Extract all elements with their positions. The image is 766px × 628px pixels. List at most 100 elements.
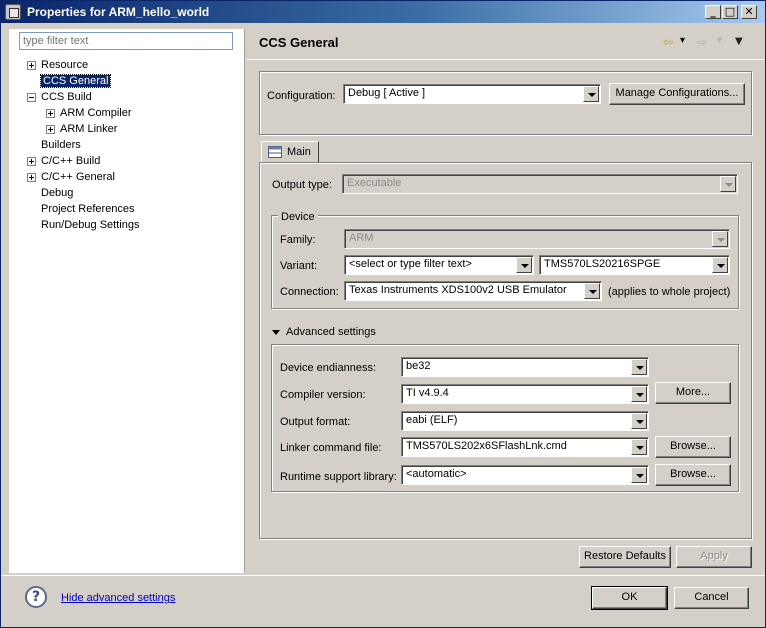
restore-defaults-button[interactable]: Restore Defaults [579, 546, 671, 568]
tree-item-arm-compiler[interactable]: ARM Compiler [46, 105, 132, 121]
advanced-settings-toggle[interactable]: Advanced settings [272, 326, 376, 338]
runtime-library-select[interactable]: <automatic> [401, 465, 649, 485]
chevron-down-icon[interactable] [516, 257, 532, 273]
tree-item-c-c-build[interactable]: C/C++ Build [27, 153, 100, 169]
page-title: CCS General [259, 35, 339, 50]
connection-value: Texas Instruments XDS100v2 USB Emulator [349, 284, 567, 296]
property-page: CCS General ⇦ ▾ ⇨ ▾ ▼ Configuration: Deb… [247, 29, 765, 573]
collapse-icon[interactable] [27, 93, 36, 102]
endianness-label: Device endianness: [280, 362, 377, 374]
close-button[interactable]: ✕ [741, 5, 757, 19]
apply-button[interactable]: Apply [676, 546, 752, 568]
tree-item-resource[interactable]: Resource [27, 57, 88, 73]
linker-browse-button[interactable]: Browse... [655, 436, 731, 458]
family-select: ARM [344, 229, 730, 249]
tree-item-label: Debug [41, 187, 74, 199]
connection-note: (applies to whole project) [608, 286, 731, 298]
compiler-version-label: Compiler version: [280, 389, 366, 401]
linker-command-file-label: Linker command file: [280, 442, 382, 454]
tree-item-ccs-general[interactable]: CCS General [27, 73, 112, 89]
ok-button[interactable]: OK [591, 586, 668, 610]
forward-arrow-icon[interactable]: ⇨ [697, 35, 707, 49]
manage-configurations-button[interactable]: Manage Configurations... [609, 83, 745, 105]
device-legend: Device [278, 211, 318, 223]
output-type-select: Executable [342, 174, 738, 194]
configuration-label: Configuration: [267, 90, 336, 102]
compiler-version-select[interactable]: TI v4.9.4 [401, 384, 649, 404]
output-format-value: eabi (ELF) [406, 414, 458, 426]
output-format-select[interactable]: eabi (ELF) [401, 411, 649, 431]
variant-filter-select[interactable]: <select or type filter text> [344, 255, 534, 275]
hide-advanced-settings-link[interactable]: Hide advanced settings [61, 592, 175, 604]
chevron-down-icon[interactable] [631, 467, 647, 483]
endianness-value: be32 [406, 360, 431, 372]
linker-command-file-value: TMS570LS202x6SFlashLnk.cmd [406, 440, 567, 452]
variant-value: TMS570LS20216SPGE [544, 258, 661, 270]
tab-main-label: Main [287, 146, 311, 158]
tree-item-debug[interactable]: Debug [27, 185, 73, 201]
expanded-triangle-icon [272, 329, 280, 335]
tree-item-builders[interactable]: Builders [27, 137, 81, 153]
output-type-label: Output type: [272, 179, 332, 191]
expand-icon[interactable] [46, 125, 55, 134]
chevron-down-icon [712, 231, 728, 247]
chevron-down-icon[interactable] [631, 439, 647, 455]
chevron-down-icon[interactable] [631, 413, 647, 429]
app-icon [5, 4, 21, 20]
expand-icon[interactable] [27, 61, 36, 70]
tree-item-ccs-build[interactable]: CCS Build [27, 89, 92, 105]
chevron-down-icon[interactable] [631, 386, 647, 402]
view-menu-icon[interactable]: ▼ [735, 36, 743, 47]
runtime-browse-button[interactable]: Browse... [655, 464, 731, 486]
family-label: Family: [280, 234, 316, 246]
tree-item-project-references[interactable]: Project References [27, 201, 135, 217]
expand-icon[interactable] [27, 157, 36, 166]
output-format-label: Output format: [280, 416, 351, 428]
tree-item-label: CCS Build [41, 91, 92, 103]
window-title: Properties for ARM_hello_world [27, 5, 210, 19]
minimize-button[interactable]: _ [705, 5, 721, 19]
tree-item-label: ARM Linker [60, 123, 118, 135]
tree-item-label: CCS General [39, 74, 112, 88]
connection-label: Connection: [280, 286, 339, 298]
tree-item-c-c-general[interactable]: C/C++ General [27, 169, 115, 185]
tree-item-label: Builders [41, 139, 81, 151]
maximize-button[interactable]: □ [722, 5, 738, 19]
back-dropdown-icon[interactable]: ▾ [680, 35, 685, 46]
runtime-library-label: Runtime support library: [280, 471, 397, 483]
chevron-down-icon[interactable] [712, 257, 728, 273]
variant-filter-value: <select or type filter text> [349, 258, 472, 270]
configuration-value: Debug [ Active ] [348, 87, 426, 99]
chevron-down-icon[interactable] [631, 359, 647, 375]
back-arrow-icon[interactable]: ⇦ [663, 35, 673, 49]
table-icon [268, 146, 282, 158]
output-type-value: Executable [347, 177, 402, 189]
help-icon[interactable]: ? [25, 586, 47, 608]
filter-input[interactable] [19, 32, 233, 50]
title-separator [247, 59, 765, 60]
advanced-settings-label: Advanced settings [286, 326, 376, 338]
configuration-select[interactable]: Debug [ Active ] [343, 84, 601, 104]
tree-item-arm-linker[interactable]: ARM Linker [46, 121, 117, 137]
expand-icon[interactable] [27, 173, 36, 182]
connection-select[interactable]: Texas Instruments XDS100v2 USB Emulator [344, 281, 602, 301]
cancel-button[interactable]: Cancel [674, 587, 749, 609]
forward-dropdown-icon[interactable]: ▾ [717, 35, 722, 46]
footer-separator [1, 575, 765, 576]
linker-command-file-select[interactable]: TMS570LS202x6SFlashLnk.cmd [401, 437, 649, 457]
chevron-down-icon [720, 176, 736, 192]
tree-item-label: Project References [41, 203, 135, 215]
more-button[interactable]: More... [655, 382, 731, 404]
tab-main[interactable]: Main [261, 141, 319, 163]
variant-select[interactable]: TMS570LS20216SPGE [539, 255, 730, 275]
endianness-select[interactable]: be32 [401, 357, 649, 377]
tree-item-label: Run/Debug Settings [41, 219, 140, 231]
expand-icon[interactable] [46, 109, 55, 118]
tree-item-run-debug-settings[interactable]: Run/Debug Settings [27, 217, 139, 233]
compiler-version-value: TI v4.9.4 [406, 387, 449, 399]
chevron-down-icon[interactable] [583, 86, 599, 102]
title-bar[interactable]: Properties for ARM_hello_world _ □ ✕ [1, 1, 765, 23]
chevron-down-icon[interactable] [584, 283, 600, 299]
preference-tree-pane: Resource CCS General CCS Build ARM Compiler… [9, 29, 245, 573]
tree-item-label: C/C++ General [41, 171, 115, 183]
